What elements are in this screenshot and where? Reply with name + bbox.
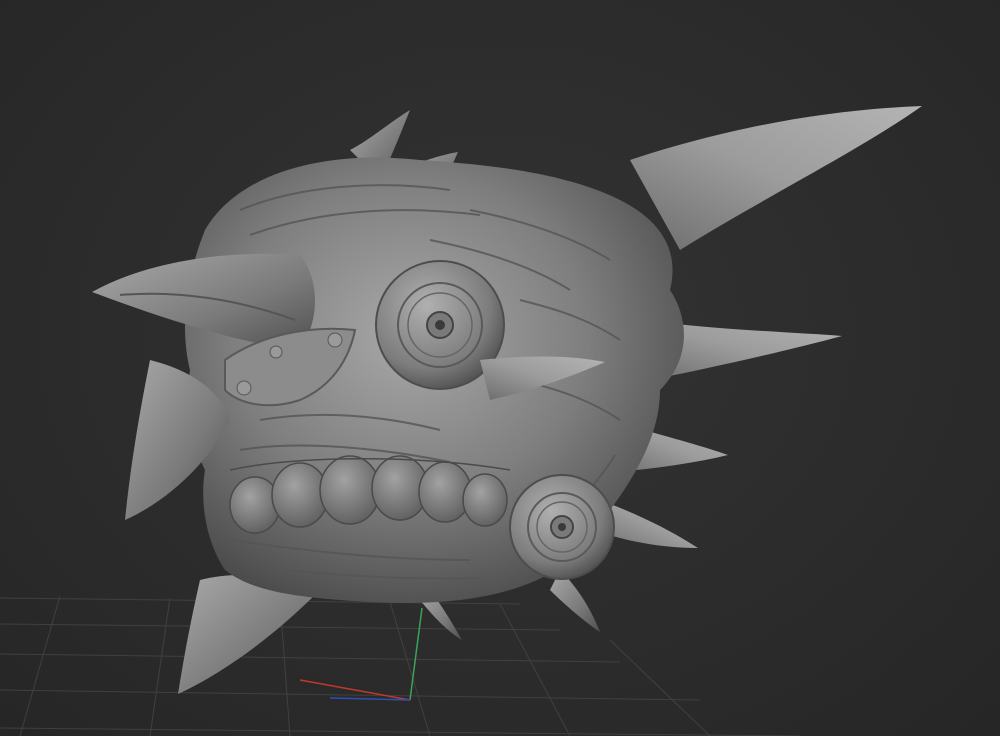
viewport-canvas[interactable] <box>0 0 1000 736</box>
sculpted-creature-head[interactable] <box>92 106 922 694</box>
axis-gizmo <box>299 607 423 701</box>
floor-grid <box>0 595 801 736</box>
rivet <box>269 345 283 359</box>
rivet <box>236 380 252 396</box>
3d-viewport[interactable] <box>0 0 1000 736</box>
rivet <box>327 332 343 348</box>
eye-lower <box>509 474 615 580</box>
